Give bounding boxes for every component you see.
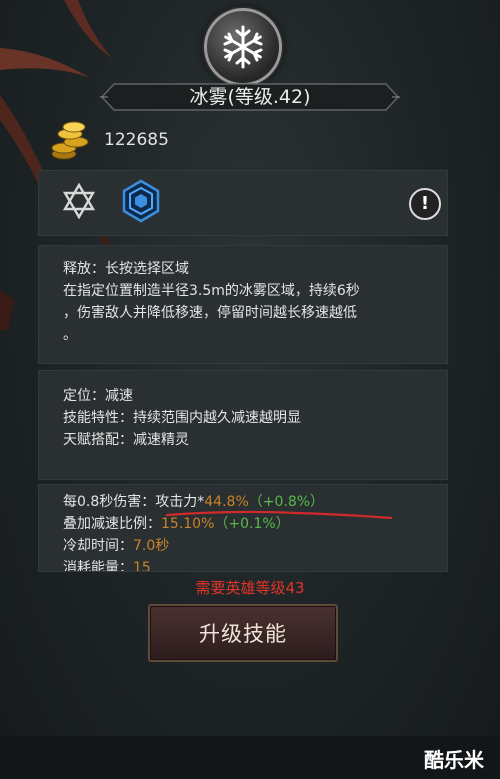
release-heading: 释放：长按选择区域 (63, 261, 189, 277)
release-line-2: ，伤害敌人并降低移速，停留时间越长移速越低 (63, 305, 357, 321)
damage-prefix: 攻击力* (155, 494, 205, 510)
role-heading: 定位：减速 (63, 388, 133, 404)
blue-hexagon-gem-icon[interactable] (119, 179, 163, 223)
gold-coins-icon (51, 121, 89, 160)
upgrade-skill-button[interactable]: 升级技能 (148, 604, 338, 662)
talent-pairing: 天赋搭配：减速精灵 (63, 432, 189, 448)
slow-label: 叠加减速比例： (63, 516, 161, 532)
hero-level-requirement: 需要英雄等级43 (195, 579, 305, 597)
slow-value: 15.10% (161, 516, 215, 532)
skill-icons-panel: ! (38, 170, 448, 236)
gold-amount: 122685 (104, 130, 169, 150)
hexagram-star-icon[interactable] (61, 183, 97, 219)
damage-bonus: （+0.8%） (248, 494, 325, 510)
release-description-panel: 释放：长按选择区域 在指定位置制造半径3.5m的冰雾区域，持续6秒 ，伤害敌人并… (38, 245, 448, 364)
watermark-text: 酷乐米 (424, 748, 484, 772)
cooldown-stat: 冷却时间：7.0秒 (63, 535, 169, 557)
slow-bonus: （+0.1%） (214, 516, 290, 532)
damage-label: 每0.8秒伤害： (63, 494, 156, 510)
snowflake-icon (223, 25, 263, 69)
skill-emblem (204, 8, 282, 86)
gold-display: 122685 (48, 120, 248, 160)
watermark-bar: 酷乐米 (0, 736, 500, 779)
skill-title: 冰雾(等级.42) (189, 86, 311, 108)
info-exclamation-icon[interactable]: ! (409, 188, 441, 220)
release-line-1: 在指定位置制造半径3.5m的冰雾区域，持续6秒 (63, 283, 360, 299)
cooldown-value: 7.0秒 (133, 538, 170, 554)
skill-feature: 技能特性：持续范围内越久减速越明显 (63, 410, 301, 426)
skill-title-bar: 冰雾(等级.42) (100, 82, 400, 112)
stats-panel: 每0.8秒伤害：攻击力*44.8%（+0.8%） 叠加减速比例：15.10%（+… (38, 484, 448, 572)
damage-value: 44.8% (204, 494, 249, 510)
cooldown-label: 冷却时间： (63, 538, 133, 554)
slow-stat: 叠加减速比例：15.10%（+0.1%） (63, 513, 290, 535)
energy-stat: 消耗能量：15 (63, 557, 151, 572)
energy-value: 15 (133, 560, 151, 572)
energy-label: 消耗能量： (63, 560, 133, 572)
release-line-3: 。 (63, 327, 77, 343)
role-panel: 定位：减速 技能特性：持续范围内越久减速越明显 天赋搭配：减速精灵 (38, 370, 448, 480)
